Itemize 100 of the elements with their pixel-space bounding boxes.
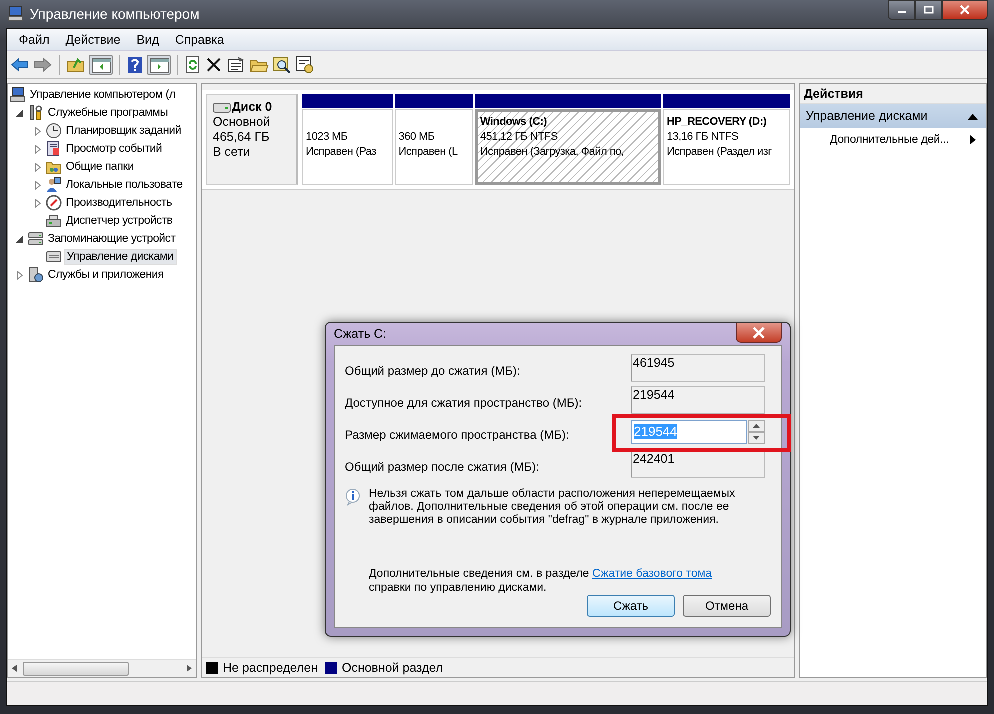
shrink-button[interactable]: Сжать	[587, 595, 675, 617]
computer-icon	[8, 6, 24, 22]
disk-size: 465,64 ГБ	[213, 130, 271, 145]
spin-up-button[interactable]	[748, 420, 765, 432]
close-icon	[959, 5, 971, 15]
tree-item[interactable]: Службы и приложения	[46, 268, 166, 282]
partition-size: 451,12 ГБ NTFS	[480, 130, 559, 145]
disk-name: Диск 0	[232, 100, 272, 115]
value-field: 219544	[631, 386, 765, 414]
actions-section[interactable]: Управление дисками	[800, 104, 986, 128]
disk-drive-icon	[213, 102, 231, 112]
tree-item[interactable]: Диспетчер устройств	[64, 214, 175, 228]
legend-label: Не распределен	[223, 660, 318, 674]
horizontal-scrollbar[interactable]	[8, 659, 196, 677]
section-title: Управление дисками	[806, 109, 928, 123]
expand-icon[interactable]	[34, 126, 42, 136]
tools-icon	[28, 105, 44, 121]
partition[interactable]: 360 МБ Исправен (L	[394, 109, 474, 185]
value-field: 242401	[631, 450, 765, 478]
clock-icon	[46, 123, 62, 139]
window-title: Управление компьютером	[30, 6, 200, 22]
scroll-left-icon[interactable]	[12, 665, 17, 672]
partition-size: 360 МБ	[398, 130, 436, 145]
menu-item[interactable]: Файл	[11, 30, 58, 48]
partition[interactable]: 1023 МБ Исправен (Раз	[302, 109, 393, 185]
help-link[interactable]: Сжатие базового тома	[592, 568, 712, 580]
collapse-icon[interactable]	[16, 108, 24, 118]
partition[interactable]: Windows (C:) 451,12 ГБ NTFS Исправен (Загрузка, Файл по,	[475, 109, 661, 185]
settings-icon[interactable]	[295, 54, 315, 74]
log-icon	[46, 141, 62, 157]
expand-icon[interactable]	[34, 198, 42, 208]
value-field: 461945	[631, 354, 765, 382]
field-label: Размер сжимаемого пространства (МБ):	[345, 427, 570, 442]
up-arrow-icon	[753, 424, 760, 428]
printer-icon	[46, 213, 62, 229]
back-icon[interactable]	[10, 56, 30, 74]
partition-title: HP_RECOVERY (D:)	[666, 115, 768, 130]
properties-icon[interactable]	[226, 54, 246, 74]
magnifier-icon[interactable]	[272, 54, 292, 74]
tree-item[interactable]: Запоминающие устройст	[46, 232, 178, 246]
tree-item[interactable]: Производительность	[64, 196, 174, 210]
computer-icon	[10, 87, 26, 103]
maximize-icon	[924, 6, 934, 14]
partition-size: 1023 МБ	[306, 130, 349, 145]
close-button[interactable]	[942, 0, 988, 20]
cancel-button[interactable]: Отмена	[683, 595, 771, 617]
dialog-title: Сжать C:	[334, 327, 387, 341]
partition-size: 13,16 ГБ NTFS	[666, 130, 740, 145]
down-arrow-icon	[753, 436, 760, 440]
menu-item[interactable]: Вид	[128, 30, 168, 48]
scroll-right-icon[interactable]	[187, 665, 192, 672]
field-label: Общий размер до сжатия (МБ):	[345, 363, 522, 378]
folder-up-icon[interactable]	[66, 56, 86, 74]
expand-icon[interactable]	[16, 270, 24, 280]
server-icon	[28, 267, 44, 283]
tree-item[interactable]: Планировщик заданий	[64, 124, 184, 138]
gauge-icon	[46, 195, 62, 211]
partition-status: Исправен (Раздел изг	[666, 145, 773, 160]
actions-header: Действия	[800, 84, 986, 104]
partition-status: Исправен (L	[398, 145, 459, 160]
partition-status: Исправен (Загрузка, Файл по,	[480, 145, 626, 160]
forward-icon[interactable]	[33, 56, 53, 74]
disk-type: Основной	[213, 115, 272, 130]
pane-icon[interactable]	[89, 54, 113, 74]
close-button[interactable]	[736, 323, 782, 343]
disk-status: В сети	[213, 145, 252, 160]
spin-down-button[interactable]	[748, 432, 765, 444]
tree-item[interactable]: Общие папки	[64, 160, 136, 174]
info-text: Нельзя сжать том дальше области расположения неперемещаемых файлов. Дополнительные сведения об этой операции см. после ее завершения в описании события "defrag" в журнале приложения.	[369, 488, 736, 527]
field-label: Доступное для сжатия пространство (МБ):	[345, 395, 584, 410]
partition[interactable]: HP_RECOVERY (D:) 13,16 ГБ NTFS Исправен (Раздел изг	[662, 109, 790, 185]
tree-item[interactable]: Управление дисками	[64, 249, 177, 265]
maximize-button[interactable]	[915, 0, 942, 20]
action-item[interactable]: Дополнительные дей...	[800, 128, 986, 152]
tree-item[interactable]: Управление компьютером (л	[28, 88, 178, 102]
disk-drive-icon	[46, 249, 62, 265]
pane-icon[interactable]	[147, 54, 171, 74]
collapse-icon	[968, 112, 978, 120]
refresh-icon[interactable]	[184, 54, 202, 74]
drives-icon	[28, 231, 44, 247]
minimize-button[interactable]	[888, 0, 915, 20]
menu-item[interactable]: Действие	[58, 30, 129, 48]
submenu-arrow-icon	[970, 135, 976, 145]
expand-icon[interactable]	[34, 162, 42, 172]
tree-item[interactable]: Служебные программы	[46, 106, 170, 120]
partition-status: Исправен (Раз	[306, 145, 378, 160]
legend-label: Основной раздел	[342, 660, 444, 674]
info-icon	[345, 488, 361, 506]
collapse-icon[interactable]	[16, 234, 24, 244]
tree-item[interactable]: Локальные пользовате	[64, 178, 185, 192]
help-icon[interactable]	[126, 54, 144, 74]
action-label: Дополнительные дей...	[830, 134, 950, 146]
menu-item[interactable]: Справка	[167, 30, 232, 48]
users-icon	[46, 177, 62, 193]
tree-item[interactable]: Просмотр событий	[64, 142, 164, 156]
expand-icon[interactable]	[34, 144, 42, 154]
close-icon	[752, 326, 766, 338]
help-text: Дополнительные сведения см. в разделе Сжатие базового тома справки по управлению дисками.	[369, 567, 714, 595]
partition-title: Windows (C:)	[480, 115, 548, 130]
expand-icon[interactable]	[34, 180, 42, 190]
